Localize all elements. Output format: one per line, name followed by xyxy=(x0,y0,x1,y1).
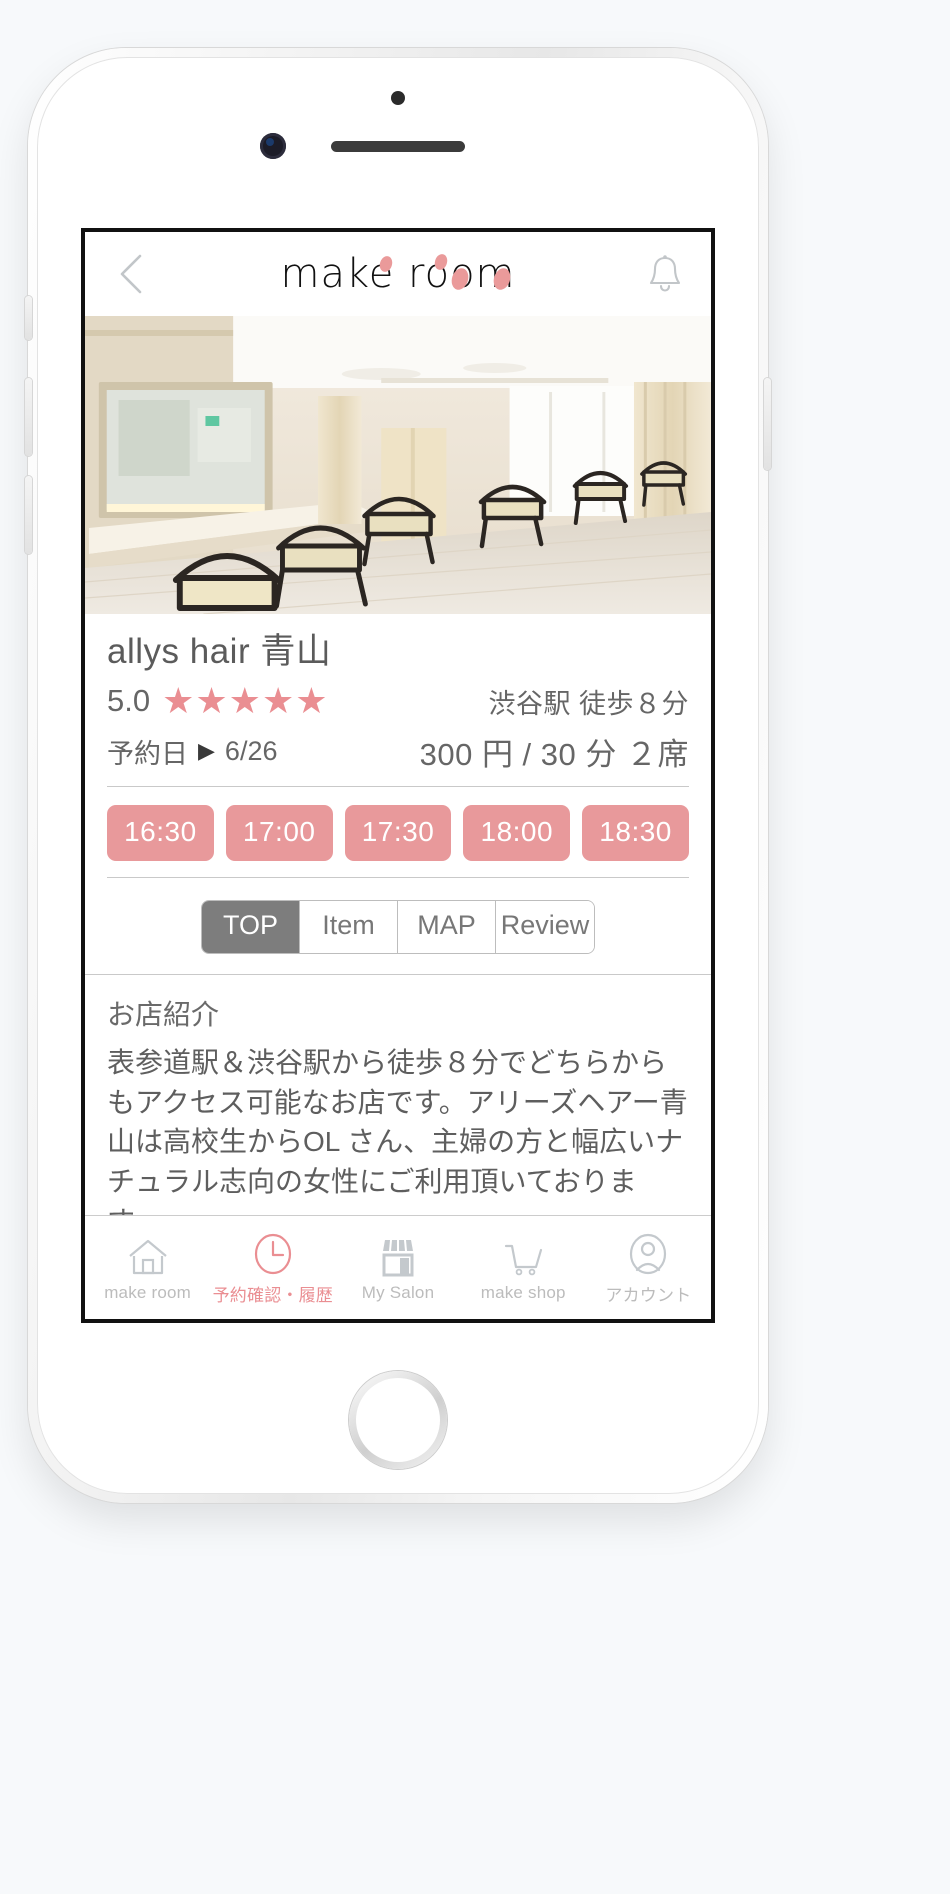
time-slot-button[interactable]: 17:00 xyxy=(225,804,333,861)
star-icon: ★ xyxy=(195,680,228,722)
nav-label: make room xyxy=(104,1283,192,1302)
nav-label: make shop xyxy=(480,1283,566,1302)
description-body: 表参道駅＆渋谷駅から徒歩８分でどちらからもアクセス可能なお店です。アリーズヘアー… xyxy=(107,1046,688,1215)
home-button[interactable] xyxy=(349,1371,447,1469)
app-header: make room xyxy=(85,232,711,316)
play-triangle-icon: ▶ xyxy=(198,738,215,764)
volume-down-button[interactable] xyxy=(25,476,32,554)
star-icon: ★ xyxy=(295,680,328,722)
salon-interior-illustration xyxy=(85,316,711,614)
nav-label: My Salon xyxy=(361,1283,435,1302)
star-icon: ★ xyxy=(228,680,261,722)
reservation-price-row: 予約日 ▶ 6/26 300 円 / 30 分 ２席 xyxy=(107,729,689,774)
shop-description-section: お店紹介 表参道駅＆渋谷駅から徒歩８分でどちらからもアクセス可能なお店です。アリ… xyxy=(85,975,711,1215)
nav-item-make-shop[interactable]: make shop xyxy=(461,1232,586,1303)
rating-access-row: 5.0 ★ ★ ★ ★ ★ 渋谷駅 徒歩８分 xyxy=(107,682,689,721)
tab-review[interactable]: Review xyxy=(496,900,594,953)
rating-stars: ★ ★ ★ ★ ★ xyxy=(162,683,327,719)
nav-item-reservation-history[interactable]: 予約確認・履歴 xyxy=(210,1230,335,1306)
proximity-sensor-icon xyxy=(391,91,405,105)
app-screen: make room allys hair 青山 5.0 ★ ★ ★ ★ ★ 渋谷… xyxy=(81,228,715,1323)
time-slot-button[interactable]: 18:00 xyxy=(463,804,571,861)
shopping-cart-icon xyxy=(500,1232,546,1278)
time-slot-button[interactable]: 18:30 xyxy=(582,804,689,861)
chevron-left-icon xyxy=(120,254,142,294)
home-icon xyxy=(125,1232,171,1278)
bottom-navigation: make room 予約確認・履歴 My Salon make shop アカウ… xyxy=(85,1215,711,1319)
front-camera-icon xyxy=(260,133,286,159)
time-slot-list: 16:30 17:00 17:30 18:00 18:30 xyxy=(85,787,711,877)
tab-bar: TOP Item MAP Review xyxy=(85,878,711,974)
nav-label: 予約確認・履歴 xyxy=(212,1285,333,1305)
notification-bell-button[interactable] xyxy=(643,251,687,297)
reservation-date-value: 6/26 xyxy=(224,735,278,766)
volume-up-button[interactable] xyxy=(25,378,32,456)
description-title: お店紹介 xyxy=(107,998,220,1030)
nav-item-make-room[interactable]: make room xyxy=(85,1232,210,1303)
salon-info: allys hair 青山 5.0 ★ ★ ★ ★ ★ 渋谷駅 徒歩８分 予約日 xyxy=(85,614,711,787)
rating-group: 5.0 ★ ★ ★ ★ ★ xyxy=(107,683,328,719)
tab-top[interactable]: TOP xyxy=(202,900,300,953)
app-logo-text: make room xyxy=(280,251,516,297)
account-circle-icon xyxy=(625,1230,671,1276)
back-button[interactable] xyxy=(109,252,153,296)
clock-icon xyxy=(250,1230,296,1276)
nav-item-account[interactable]: アカウント xyxy=(586,1230,711,1306)
reservation-date-label: 予約日 xyxy=(107,738,188,769)
power-button[interactable] xyxy=(764,378,771,470)
tab-group: TOP Item MAP Review xyxy=(201,899,595,954)
salon-name: allys hair 青山 xyxy=(107,632,332,671)
phone-device: make room allys hair 青山 5.0 ★ ★ ★ ★ ★ 渋谷… xyxy=(25,48,771,1503)
nav-label: アカウント xyxy=(605,1285,692,1305)
bell-icon xyxy=(649,255,681,292)
time-slot-button[interactable]: 16:30 xyxy=(107,804,214,861)
nav-item-my-salon[interactable]: My Salon xyxy=(335,1232,460,1303)
tab-map[interactable]: MAP xyxy=(398,900,496,953)
salon-hero-photo xyxy=(85,316,711,614)
app-logo: make room xyxy=(280,251,516,297)
time-slot-button[interactable]: 17:30 xyxy=(344,804,452,861)
earpiece-speaker xyxy=(331,141,465,152)
silent-switch[interactable] xyxy=(25,296,32,340)
tab-item[interactable]: Item xyxy=(300,900,398,953)
star-icon: ★ xyxy=(261,680,295,722)
rating-value: 5.0 xyxy=(107,683,151,719)
price-info: 300 円 / 30 分 ２席 xyxy=(419,736,689,772)
reservation-date-group[interactable]: 予約日 ▶ 6/26 xyxy=(107,732,277,771)
star-icon: ★ xyxy=(162,680,195,722)
access-info: 渋谷駅 徒歩８分 xyxy=(488,688,689,719)
storefront-icon xyxy=(375,1232,421,1278)
